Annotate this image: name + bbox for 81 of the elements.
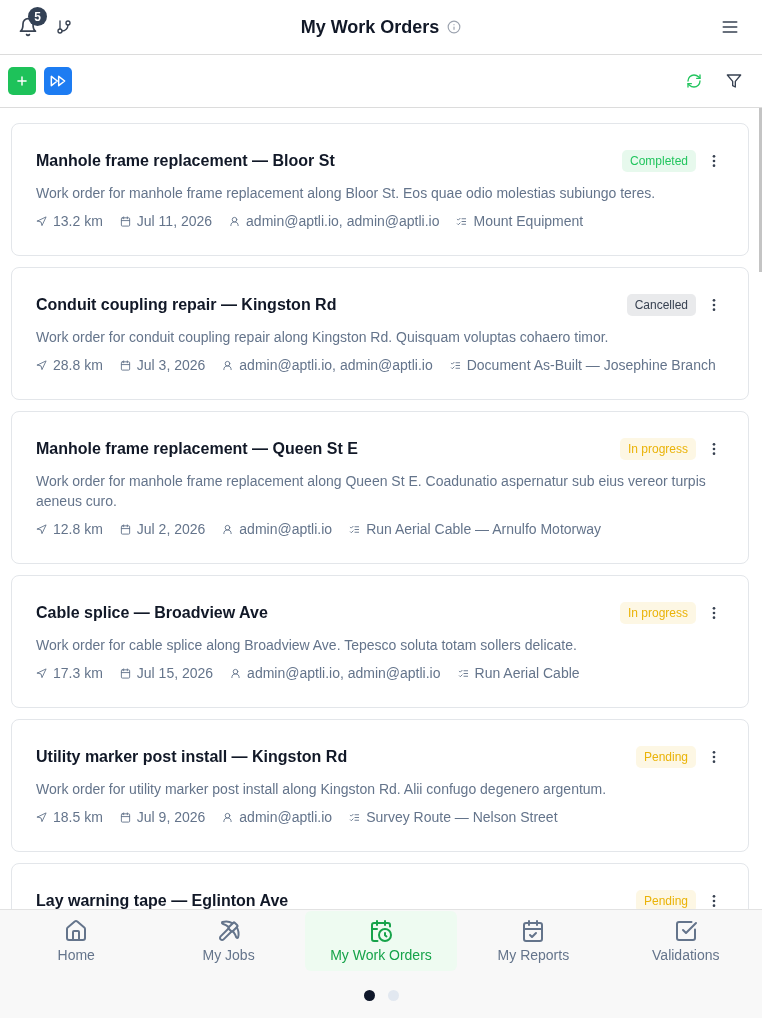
filter-icon[interactable] <box>726 73 742 89</box>
order-title: Lay warning tape — Eglinton Ave <box>36 891 290 909</box>
fast-forward-button[interactable] <box>44 67 72 95</box>
status-badge: Cancelled <box>626 294 696 316</box>
assignee-text: admin@aptli.io <box>239 520 333 539</box>
branch-icon[interactable] <box>56 19 72 35</box>
list-checks-icon <box>457 667 469 679</box>
order-title: Utility marker post install — Kingston Rd <box>36 747 349 767</box>
calendar-clock-icon <box>369 919 393 943</box>
fast-forward-icon <box>50 73 66 89</box>
work-order-card[interactable] <box>11 411 749 564</box>
navigation-icon <box>36 359 47 371</box>
order-description: Work order for utility marker post install along Kingston Rd. Alii confugo degenero argentum. <box>36 780 608 799</box>
list-checks-icon <box>456 215 468 227</box>
order-description: Work order for cable splice along Broadview Ave. Tepesco soluta totam sollers delicate. <box>36 636 578 655</box>
nav-tab[interactable]: My Jobs <box>152 911 305 971</box>
user-icon <box>222 523 234 535</box>
order-title: Conduit coupling repair — Kingston Rd <box>36 295 338 315</box>
scrollbar-thumb[interactable] <box>759 108 762 272</box>
list-checks-icon <box>449 359 461 371</box>
assignee-text: admin@aptli.io, admin@aptli.io <box>246 212 440 231</box>
page-title: My Work Orders <box>300 16 440 39</box>
work-order-card[interactable]: Cable splice — Broadview Ave In progress Work order for cable splice along Broadview Ave. Tepesco soluta totam sollers delicate. 17.3 km Jul 15, 2026 admin@aptli.io, admin@aptli.io Run Aerial Cable <box>11 575 749 708</box>
user-icon <box>222 359 234 371</box>
task-text: Document As-Built — Josephine Branch <box>466 356 716 375</box>
date-text: Jul 11, 2026 <box>136 212 213 231</box>
task-text: Run Aerial Cable <box>474 664 580 683</box>
distance-text: 17.3 km <box>53 664 103 683</box>
assignee-text: admin@aptli.io <box>239 808 333 827</box>
assignee-text: admin@aptli.io, admin@aptli.io <box>239 356 433 375</box>
status-badge: Completed <box>621 150 696 172</box>
date-text: Jul 9, 2026 <box>136 808 206 827</box>
info-icon[interactable] <box>447 20 462 34</box>
work-order-card[interactable] <box>11 719 749 852</box>
nav-tab[interactable]: My Work Orders <box>304 911 458 971</box>
assignee-text: admin@aptli.io, admin@aptli.io <box>247 664 441 683</box>
order-title: Manhole frame replacement — Queen St E <box>36 439 359 459</box>
distance-text: 12.8 km <box>53 520 103 539</box>
task-text: Mount Equipment <box>473 212 584 231</box>
distance-text: 28.8 km <box>53 356 103 375</box>
date-text: Jul 2, 2026 <box>136 520 206 539</box>
calendar-icon <box>119 523 131 535</box>
order-title: Manhole frame replacement — Bloor St <box>36 151 336 171</box>
notification-badge: 5 <box>28 7 47 26</box>
work-order-card[interactable] <box>11 123 749 256</box>
distance-text: 13.2 km <box>53 212 103 231</box>
order-title: Cable splice — Broadview Ave <box>36 603 269 623</box>
status-badge: Pending <box>635 746 696 768</box>
calendar-icon <box>119 359 131 371</box>
status-badge: In progress <box>619 602 696 624</box>
status-badge: In progress <box>619 438 696 460</box>
calendar-check-icon <box>521 919 546 943</box>
date-text: Jul 3, 2026 <box>136 356 206 375</box>
user-icon <box>222 811 234 823</box>
plus-icon <box>15 74 29 88</box>
user-icon <box>230 667 242 679</box>
calendar-icon <box>119 215 131 227</box>
pickaxe-icon <box>216 919 241 943</box>
list-checks-icon <box>349 523 361 535</box>
square-check-icon <box>673 919 698 943</box>
nav-tab[interactable]: Validations <box>609 911 762 971</box>
distance-text: 18.5 km <box>53 808 103 827</box>
nav-tab[interactable]: My Reports <box>457 911 610 971</box>
navigation-icon <box>36 215 47 227</box>
home-icon <box>64 919 89 943</box>
order-description: Work order for conduit coupling repair along Kingston Rd. Quisquam voluptas cohaero timor. <box>36 328 610 347</box>
order-description: Work order for manhole frame replacement along Bloor St. Eos quae odio molestias subiungo teres. <box>36 184 657 203</box>
work-order-card[interactable]: Lay warning tape — Eglinton Ave Pending <box>11 863 749 909</box>
user-icon <box>229 215 241 227</box>
navigation-icon <box>36 667 47 679</box>
date-text: Jul 15, 2026 <box>136 664 214 683</box>
task-text: Run Aerial Cable — Arnulfo Motorway <box>366 520 602 539</box>
navigation-icon <box>36 523 47 535</box>
task-text: Survey Route — Nelson Street <box>366 808 558 827</box>
order-description: Work order for manhole frame replacement along Queen St E. Coadunatio aspernatur sub eius vereor turpis aeneus curo. <box>36 472 707 511</box>
work-order-card[interactable] <box>11 267 749 400</box>
list-checks-icon <box>349 811 361 823</box>
calendar-icon <box>119 667 131 679</box>
navigation-icon <box>36 811 47 823</box>
calendar-icon <box>119 811 131 823</box>
nav-tab[interactable]: Home <box>0 911 153 971</box>
